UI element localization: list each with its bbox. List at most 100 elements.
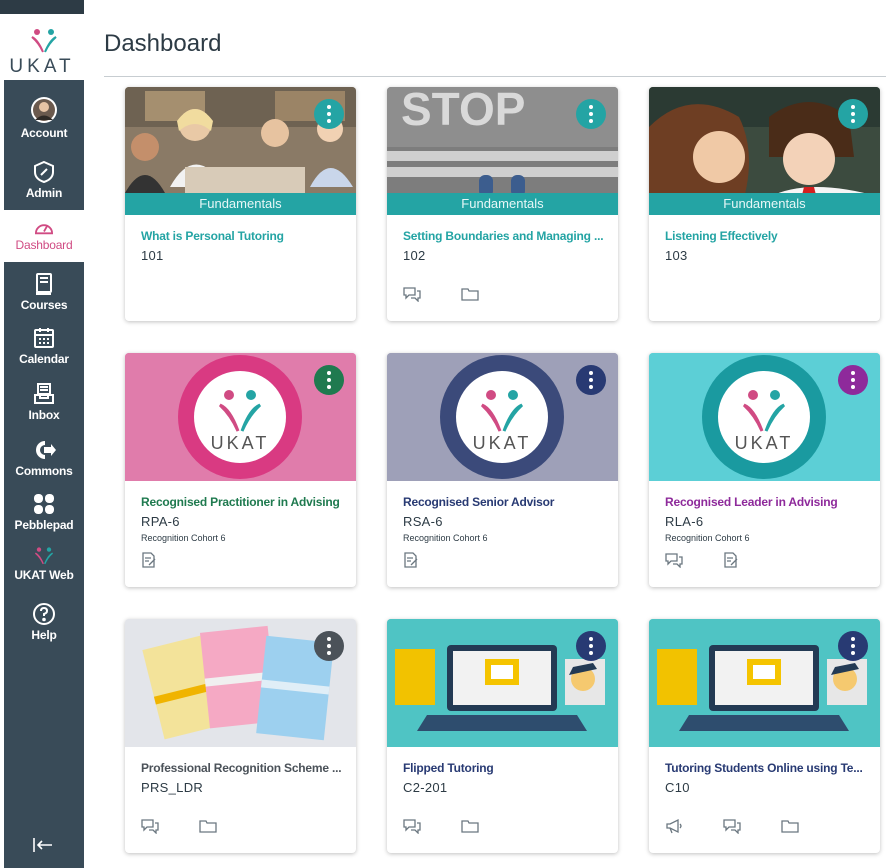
discussions-icon: [723, 819, 741, 834]
nav-courses[interactable]: Courses: [4, 272, 84, 312]
course-card[interactable]: Flipped Tutoring C2-201: [387, 619, 618, 853]
logo-text: UKAT: [9, 56, 75, 77]
course-card[interactable]: UKAT Recognised Senior Advisor RSA-6 Rec…: [387, 353, 618, 587]
course-card-actions: [665, 549, 757, 571]
nav-ukat-web[interactable]: UKAT Web: [4, 546, 84, 582]
card-options-button[interactable]: [576, 631, 606, 661]
course-category-band: Fundamentals: [125, 193, 356, 215]
commons-icon: [35, 441, 56, 459]
files-icon: [199, 820, 217, 833]
course-term: Recognition Cohort 6: [141, 533, 226, 543]
files-icon: [461, 288, 479, 301]
nav-inbox[interactable]: Inbox: [4, 382, 84, 422]
card-options-button[interactable]: [838, 631, 868, 661]
announcements-button[interactable]: [665, 815, 699, 837]
nav-admin-label: Admin: [25, 186, 63, 200]
course-card-image[interactable]: [125, 619, 356, 747]
nav-pebblepad[interactable]: Pebblepad: [4, 492, 84, 532]
card-options-button[interactable]: [576, 99, 606, 129]
discussions-icon: [665, 553, 683, 568]
course-card-image[interactable]: STOP Fundamentals: [387, 87, 618, 215]
course-title[interactable]: What is Personal Tutoring: [141, 229, 346, 243]
card-options-button[interactable]: [838, 365, 868, 395]
course-title[interactable]: Tutoring Students Online using Te...: [665, 761, 870, 775]
course-card-actions: [141, 815, 233, 837]
discussions-button[interactable]: [665, 549, 699, 571]
svg-text:UKAT: UKAT: [735, 433, 794, 453]
nav-help[interactable]: Help: [4, 602, 84, 642]
files-button[interactable]: [461, 815, 495, 837]
course-code: RPA-6: [141, 514, 180, 529]
course-card[interactable]: Professional Recognition Scheme ... PRS_…: [125, 619, 356, 853]
course-term: Recognition Cohort 6: [403, 533, 488, 543]
files-button[interactable]: [781, 815, 815, 837]
collapse-nav-button[interactable]: [32, 834, 54, 860]
nav-inbox-label: Inbox: [28, 408, 60, 422]
course-card-image[interactable]: UKAT: [649, 353, 880, 481]
global-navigation: Account Admin Dashboard Courses Calendar: [4, 80, 84, 868]
discussions-icon: [403, 287, 421, 302]
nav-commons[interactable]: Commons: [4, 438, 84, 478]
course-card-image[interactable]: Fundamentals: [125, 87, 356, 215]
assignments-icon: [724, 552, 738, 568]
course-card-image[interactable]: [387, 619, 618, 747]
discussions-button[interactable]: [141, 815, 175, 837]
shield-icon: [34, 160, 54, 184]
course-code: C10: [665, 780, 690, 795]
course-card[interactable]: STOP Fundamentals Setting Boundaries and…: [387, 87, 618, 321]
nav-dashboard[interactable]: Dashboard: [4, 210, 84, 262]
pebblepad-icon: [34, 494, 54, 514]
course-code: 102: [403, 248, 426, 263]
course-title[interactable]: Setting Boundaries and Managing ...: [403, 229, 608, 243]
course-title[interactable]: Listening Effectively: [665, 229, 870, 243]
card-options-button[interactable]: [314, 365, 344, 395]
files-button[interactable]: [199, 815, 233, 837]
course-card[interactable]: UKAT Recognised Practitioner in Advising…: [125, 353, 356, 587]
assignments-button[interactable]: [403, 549, 437, 571]
course-title[interactable]: Recognised Senior Advisor: [403, 495, 608, 509]
files-button[interactable]: [461, 283, 495, 305]
nav-account[interactable]: Account: [4, 96, 84, 140]
course-card-image[interactable]: Fundamentals: [649, 87, 880, 215]
nav-calendar[interactable]: Calendar: [4, 326, 84, 366]
card-options-button[interactable]: [314, 631, 344, 661]
course-code: 103: [665, 248, 688, 263]
nav-pebblepad-label: Pebblepad: [14, 518, 74, 532]
collapse-icon: [33, 838, 52, 852]
course-card-image[interactable]: [649, 619, 880, 747]
course-card-image[interactable]: UKAT: [125, 353, 356, 481]
discussions-button[interactable]: [403, 815, 437, 837]
course-title[interactable]: Recognised Practitioner in Advising: [141, 495, 346, 509]
discussions-icon: [141, 819, 159, 834]
course-card-actions: [141, 549, 175, 571]
course-card[interactable]: Fundamentals Listening Effectively 103: [649, 87, 880, 321]
assignments-icon: [404, 552, 418, 568]
nav-ukat-web-label: UKAT Web: [14, 568, 74, 582]
assignments-button[interactable]: [723, 549, 757, 571]
card-options-button[interactable]: [314, 99, 344, 129]
nav-account-label: Account: [20, 126, 68, 140]
course-card[interactable]: Fundamentals What is Personal Tutoring 1…: [125, 87, 356, 321]
nav-help-label: Help: [31, 628, 57, 642]
discussions-button[interactable]: [403, 283, 437, 305]
discussions-button[interactable]: [723, 815, 757, 837]
assignments-button[interactable]: [141, 549, 175, 571]
nav-admin[interactable]: Admin: [4, 160, 84, 200]
course-code: RSA-6: [403, 514, 443, 529]
course-title[interactable]: Professional Recognition Scheme ...: [141, 761, 346, 775]
course-card-image[interactable]: UKAT: [387, 353, 618, 481]
course-card-actions: [403, 549, 437, 571]
course-card[interactable]: Tutoring Students Online using Te... C10: [649, 619, 880, 853]
svg-text:UKAT: UKAT: [211, 433, 270, 453]
card-options-button[interactable]: [576, 365, 606, 395]
course-card[interactable]: UKAT Recognised Leader in Advising RLA-6…: [649, 353, 880, 587]
course-category-band: Fundamentals: [649, 193, 880, 215]
nav-commons-label: Commons: [15, 464, 73, 478]
course-title[interactable]: Recognised Leader in Advising: [665, 495, 870, 509]
help-icon: [33, 603, 55, 625]
nav-dashboard-label: Dashboard: [15, 238, 73, 252]
card-options-button[interactable]: [838, 99, 868, 129]
brand-logo[interactable]: UKAT: [0, 0, 84, 80]
course-title[interactable]: Flipped Tutoring: [403, 761, 608, 775]
course-term: Recognition Cohort 6: [665, 533, 750, 543]
